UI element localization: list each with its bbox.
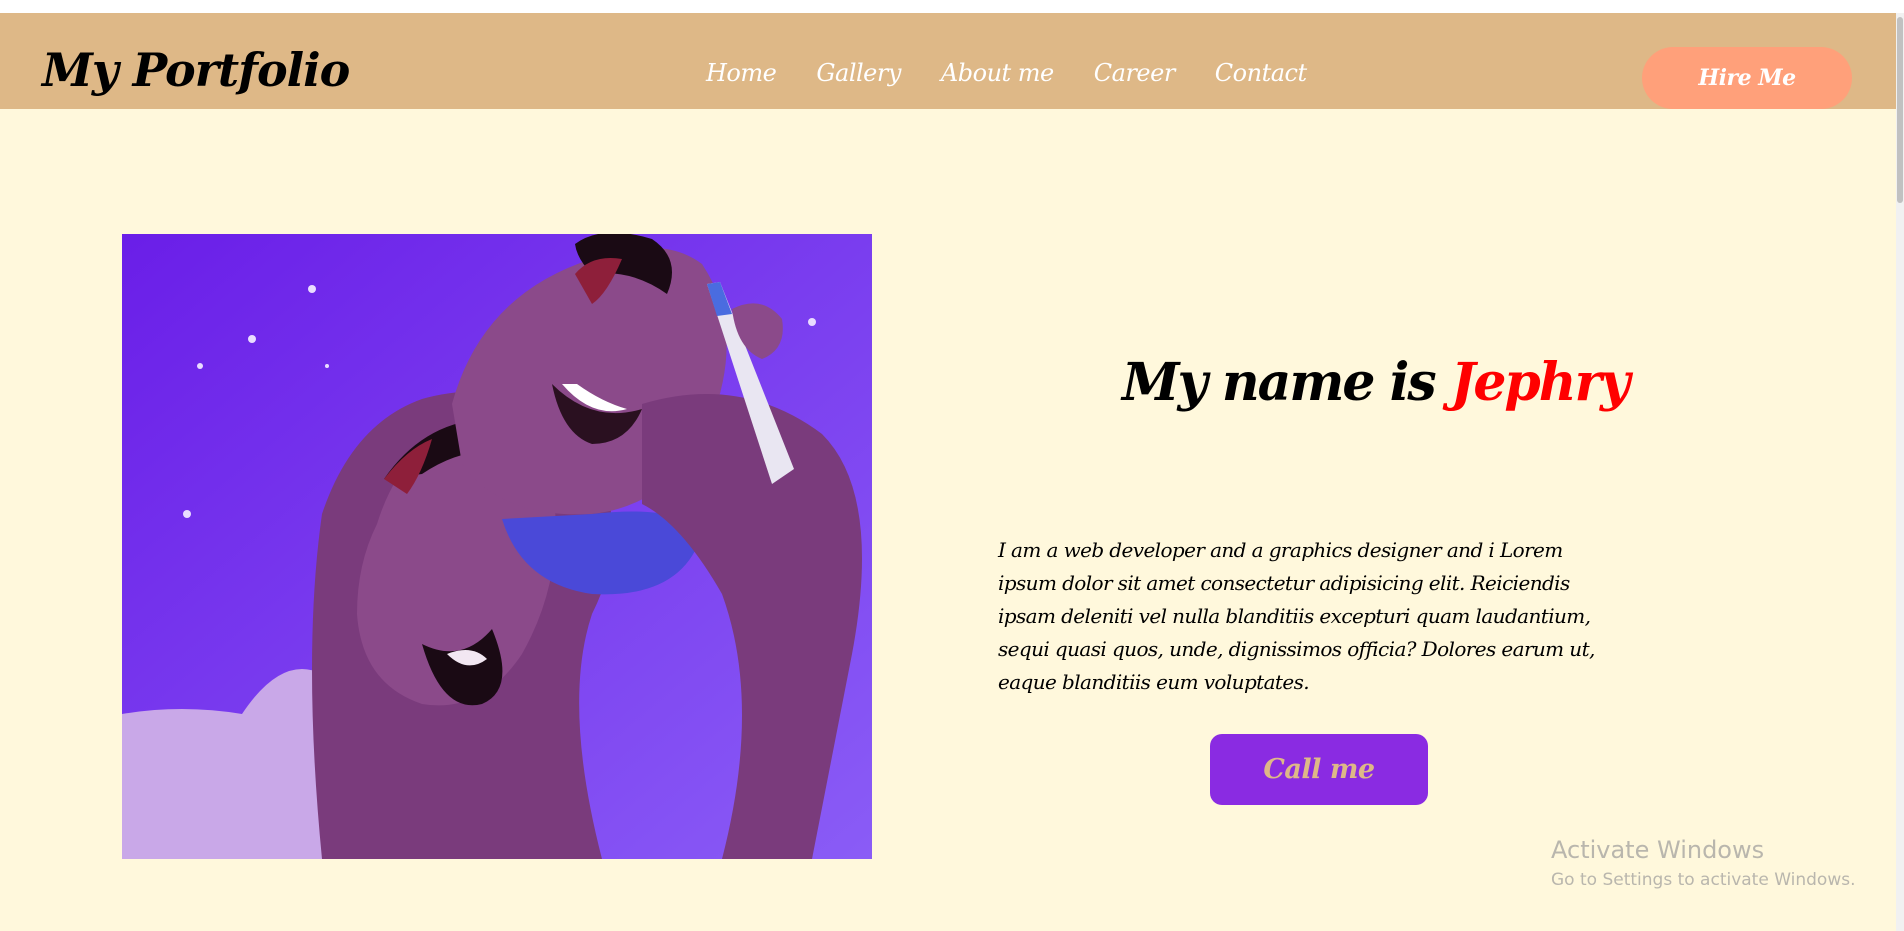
nav-link-about[interactable]: About me: [941, 59, 1054, 87]
hero-illustration: [122, 234, 872, 859]
father-son-illustration: [122, 234, 872, 859]
vertical-scrollbar[interactable]: [1896, 13, 1904, 931]
bio-text: I am a web developer and a graphics desi…: [998, 538, 1595, 694]
navbar: My Portfolio Home Gallery About me Caree…: [0, 13, 1904, 109]
scrollbar-thumb[interactable]: [1897, 17, 1903, 203]
nav-link-home[interactable]: Home: [706, 59, 777, 87]
nav-menu: Home Gallery About me Career Contact: [706, 59, 1307, 87]
nav-link-career[interactable]: Career: [1094, 59, 1176, 87]
intro-heading: My name is Jephry: [1122, 352, 1630, 413]
nav-link-contact[interactable]: Contact: [1215, 59, 1307, 87]
browser-top-strip: [0, 0, 1904, 13]
call-me-button[interactable]: Call me: [1210, 734, 1428, 805]
activate-windows-title: Activate Windows: [1551, 836, 1765, 864]
site-logo[interactable]: My Portfolio: [42, 43, 350, 97]
intro-heading-prefix: My name is: [1122, 352, 1437, 413]
intro-heading-name: Jephry: [1450, 352, 1630, 413]
hire-me-button[interactable]: Hire Me: [1642, 47, 1852, 109]
nav-link-gallery[interactable]: Gallery: [816, 59, 901, 87]
activate-windows-subtitle: Go to Settings to activate Windows.: [1551, 870, 1856, 890]
